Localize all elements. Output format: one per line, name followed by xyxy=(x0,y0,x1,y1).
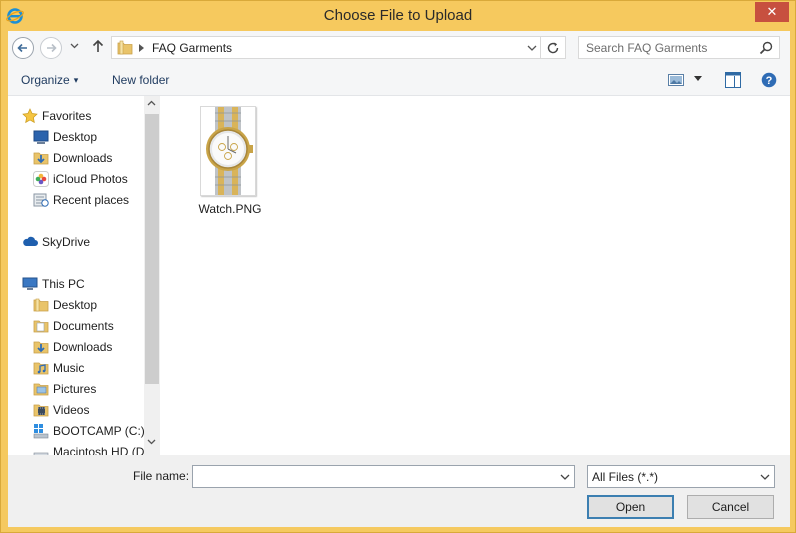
navigation-pane-scrollbar[interactable] xyxy=(144,96,160,455)
documents-folder-icon xyxy=(33,320,49,333)
back-button[interactable] xyxy=(12,37,34,59)
scrollbar-thumb[interactable] xyxy=(145,114,159,384)
recent-locations-chevron-icon[interactable] xyxy=(70,43,79,49)
dialog-body: FAQ Garments Organize▾ New folder xyxy=(8,31,790,527)
file-name-label: Watch.PNG xyxy=(198,202,262,216)
file-item[interactable]: Watch.PNG xyxy=(190,106,270,216)
new-folder-button[interactable]: New folder xyxy=(112,73,169,87)
folder-icon xyxy=(33,298,49,312)
svg-text:?: ? xyxy=(766,75,773,87)
open-button[interactable]: Open xyxy=(587,495,674,519)
search-icon[interactable] xyxy=(759,41,773,55)
cloud-icon xyxy=(23,236,38,246)
change-view-icon[interactable] xyxy=(668,73,684,87)
file-type-select[interactable]: All Files (*.*) xyxy=(587,465,775,488)
file-upload-dialog: Choose File to Upload ✕ FAQ Garments Sea… xyxy=(0,0,796,533)
cancel-button[interactable]: Cancel xyxy=(687,495,774,519)
address-bar[interactable]: FAQ Garments xyxy=(111,36,541,59)
scroll-down-arrow-icon[interactable] xyxy=(147,439,156,445)
computer-icon xyxy=(22,277,38,290)
drive-icon xyxy=(33,452,49,455)
music-folder-icon xyxy=(33,362,49,375)
refresh-button[interactable] xyxy=(541,36,566,59)
navigation-pane[interactable]: Favorites Desktop Downloads iCloud Photo… xyxy=(8,96,158,455)
organize-button[interactable]: Organize ▾ xyxy=(21,73,78,87)
chevron-down-icon: ▾ xyxy=(73,75,79,85)
command-bar: Organize ▾ New folder ? xyxy=(8,64,790,96)
organize-label: Organize xyxy=(21,73,70,87)
close-button[interactable]: ✕ xyxy=(755,2,789,22)
breadcrumb-separator-icon[interactable] xyxy=(139,44,144,52)
chevron-down-icon[interactable] xyxy=(560,474,570,481)
view-options-chevron-icon[interactable] xyxy=(694,76,702,81)
desktop-icon xyxy=(33,130,49,144)
refresh-icon xyxy=(547,42,559,54)
close-icon: ✕ xyxy=(766,4,778,19)
file-name-label: File name: xyxy=(133,469,190,483)
breadcrumb-faq-garments[interactable]: FAQ Garments xyxy=(152,41,232,55)
preview-pane-icon[interactable] xyxy=(725,72,741,88)
back-arrow-icon xyxy=(17,43,27,53)
dialog-footer: File name: All Files (*.*) Open Cancel xyxy=(8,455,790,527)
forward-button[interactable] xyxy=(40,37,62,59)
window-title: Choose File to Upload xyxy=(323,7,473,24)
folder-icon xyxy=(117,40,133,55)
title-bar: Choose File to Upload ✕ xyxy=(1,1,795,31)
pictures-folder-icon xyxy=(33,383,49,396)
address-row: FAQ Garments xyxy=(8,31,790,64)
downloads-folder-icon xyxy=(33,341,49,354)
file-name-combobox[interactable] xyxy=(192,465,575,488)
watch-thumbnail xyxy=(200,106,256,196)
up-arrow-icon[interactable] xyxy=(92,39,104,53)
forward-arrow-icon xyxy=(47,43,57,53)
help-icon[interactable]: ? xyxy=(761,72,777,88)
star-icon xyxy=(22,108,38,124)
search-input[interactable] xyxy=(579,37,754,58)
file-type-value: All Files (*.*) xyxy=(592,470,659,484)
chevron-down-icon[interactable] xyxy=(760,474,770,481)
search-box[interactable] xyxy=(578,36,780,59)
scroll-up-arrow-icon[interactable] xyxy=(147,100,156,106)
videos-folder-icon xyxy=(33,404,49,417)
address-dropdown-icon[interactable] xyxy=(527,45,537,52)
file-list[interactable]: Watch.PNG xyxy=(160,96,790,455)
downloads-icon xyxy=(33,152,49,165)
recent-places-icon xyxy=(33,193,49,207)
icloud-photos-icon xyxy=(33,171,49,187)
windows-drive-icon xyxy=(33,424,49,439)
file-name-input[interactable] xyxy=(193,466,553,487)
